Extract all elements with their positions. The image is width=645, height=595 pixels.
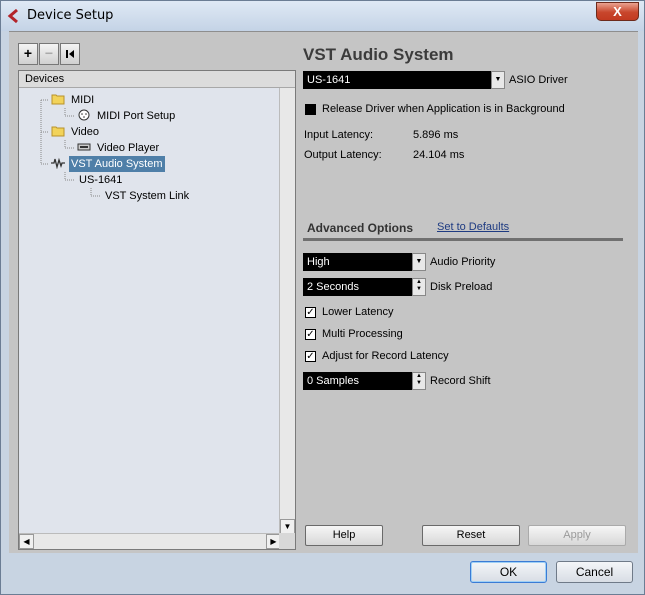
panel-title: VST Audio System [303, 45, 454, 64]
audio-system-icon [51, 157, 65, 169]
multi-processing-label: Multi Processing [322, 328, 403, 340]
audio-priority-value: High [307, 256, 330, 268]
tree-item-video[interactable]: Video [51, 124, 101, 140]
tree-item-label: Video [71, 126, 99, 138]
tree-item-video-player[interactable]: Video Player [77, 140, 161, 156]
spinner-arrows-icon[interactable]: ▲ ▼ [412, 278, 426, 296]
asio-driver-label: ASIO Driver [509, 74, 568, 86]
audio-priority-label: Audio Priority [430, 256, 496, 268]
disk-preload-label: Disk Preload [430, 281, 493, 293]
folder-icon [51, 94, 65, 105]
release-driver-label: Release Driver when Application is in Ba… [322, 103, 565, 115]
spinner-arrows-icon[interactable]: ▲ ▼ [412, 372, 426, 390]
remove-device-button[interactable]: − [39, 43, 59, 65]
input-latency-label: Input Latency: [304, 129, 374, 141]
output-latency-label: Output Latency: [304, 149, 382, 161]
tree-item-vst-audio-system[interactable]: VST Audio System [51, 156, 165, 172]
disk-preload-spinner[interactable]: 2 Seconds ▲ ▼ [303, 278, 426, 296]
tab-advanced-options[interactable]: Advanced Options [307, 221, 413, 235]
release-driver-checkbox[interactable] [305, 104, 316, 115]
midi-port-icon [78, 109, 90, 121]
disk-preload-value: 2 Seconds [307, 281, 359, 293]
tab-divider [303, 238, 623, 241]
adjust-record-latency-label: Adjust for Record Latency [322, 350, 449, 362]
tree-item-label: US-1641 [79, 174, 123, 186]
tree-item-label: VST Audio System [69, 156, 165, 172]
devices-panel: Devices MIDI MIDI Port Setup Video Video… [18, 70, 296, 550]
devices-tree: MIDI MIDI Port Setup Video Video Player … [19, 88, 281, 534]
devices-horizontal-scrollbar[interactable]: ◀ ▶ [19, 533, 281, 549]
reset-icon [66, 50, 74, 58]
apply-button[interactable]: Apply [528, 525, 626, 546]
ok-button[interactable]: OK [470, 561, 547, 583]
video-player-icon [77, 143, 91, 151]
record-shift-label: Record Shift [430, 375, 491, 387]
device-setup-window: Device Setup X + − Devices MIDI MIDI Por… [0, 0, 645, 595]
window-title: Device Setup [27, 8, 114, 23]
cubase-app-icon [7, 9, 18, 23]
scrollbar-corner [279, 533, 295, 549]
lower-latency-label: Lower Latency [322, 306, 394, 318]
close-button[interactable]: X [596, 2, 639, 21]
asio-driver-select[interactable]: US-1641 ▼ [303, 71, 505, 89]
set-to-defaults-link[interactable]: Set to Defaults [437, 221, 509, 233]
tree-item-midi[interactable]: MIDI [51, 92, 96, 108]
tree-item-label: MIDI Port Setup [97, 110, 176, 122]
tree-item-label: MIDI [71, 94, 95, 106]
chevron-down-icon: ▼ [491, 71, 505, 89]
multi-processing-checkbox[interactable]: ✓ [305, 329, 316, 340]
devices-vertical-scrollbar[interactable]: ▼ [279, 88, 295, 534]
tree-item-label: VST System Link [105, 190, 190, 202]
chevron-down-icon: ▼ [412, 253, 426, 271]
asio-driver-value: US-1641 [307, 74, 351, 86]
add-device-button[interactable]: + [18, 43, 38, 65]
title-bar[interactable]: Device Setup X [1, 1, 644, 31]
tree-item-label: Video Player [97, 142, 160, 154]
advanced-options-tabs: Advanced Options Set to Defaults [303, 216, 623, 241]
input-latency-value: 5.896 ms [413, 129, 459, 141]
tree-item-vst-system-link[interactable]: VST System Link [103, 188, 191, 204]
dialog-body: + − Devices MIDI MIDI Port Setup Video V… [9, 31, 638, 553]
output-latency-value: 24.104 ms [413, 149, 465, 161]
record-shift-value: 0 Samples [307, 375, 359, 387]
reset-button[interactable]: Reset [422, 525, 520, 546]
cancel-button[interactable]: Cancel [556, 561, 633, 583]
folder-icon [51, 126, 65, 137]
record-shift-spinner[interactable]: 0 Samples ▲ ▼ [303, 372, 426, 390]
help-button[interactable]: Help [305, 525, 383, 546]
lower-latency-checkbox[interactable]: ✓ [305, 307, 316, 318]
devices-toolbar: + − [18, 43, 81, 65]
reset-device-button[interactable] [60, 43, 80, 65]
devices-header: Devices [19, 71, 295, 88]
tree-item-us-1641[interactable]: US-1641 [77, 172, 124, 188]
audio-priority-select[interactable]: High ▼ [303, 253, 426, 271]
scroll-left-icon[interactable]: ◀ [19, 534, 34, 549]
tree-item-midi-port-setup[interactable]: MIDI Port Setup [77, 108, 177, 124]
scroll-down-icon[interactable]: ▼ [280, 519, 295, 534]
adjust-record-latency-checkbox[interactable]: ✓ [305, 351, 316, 362]
